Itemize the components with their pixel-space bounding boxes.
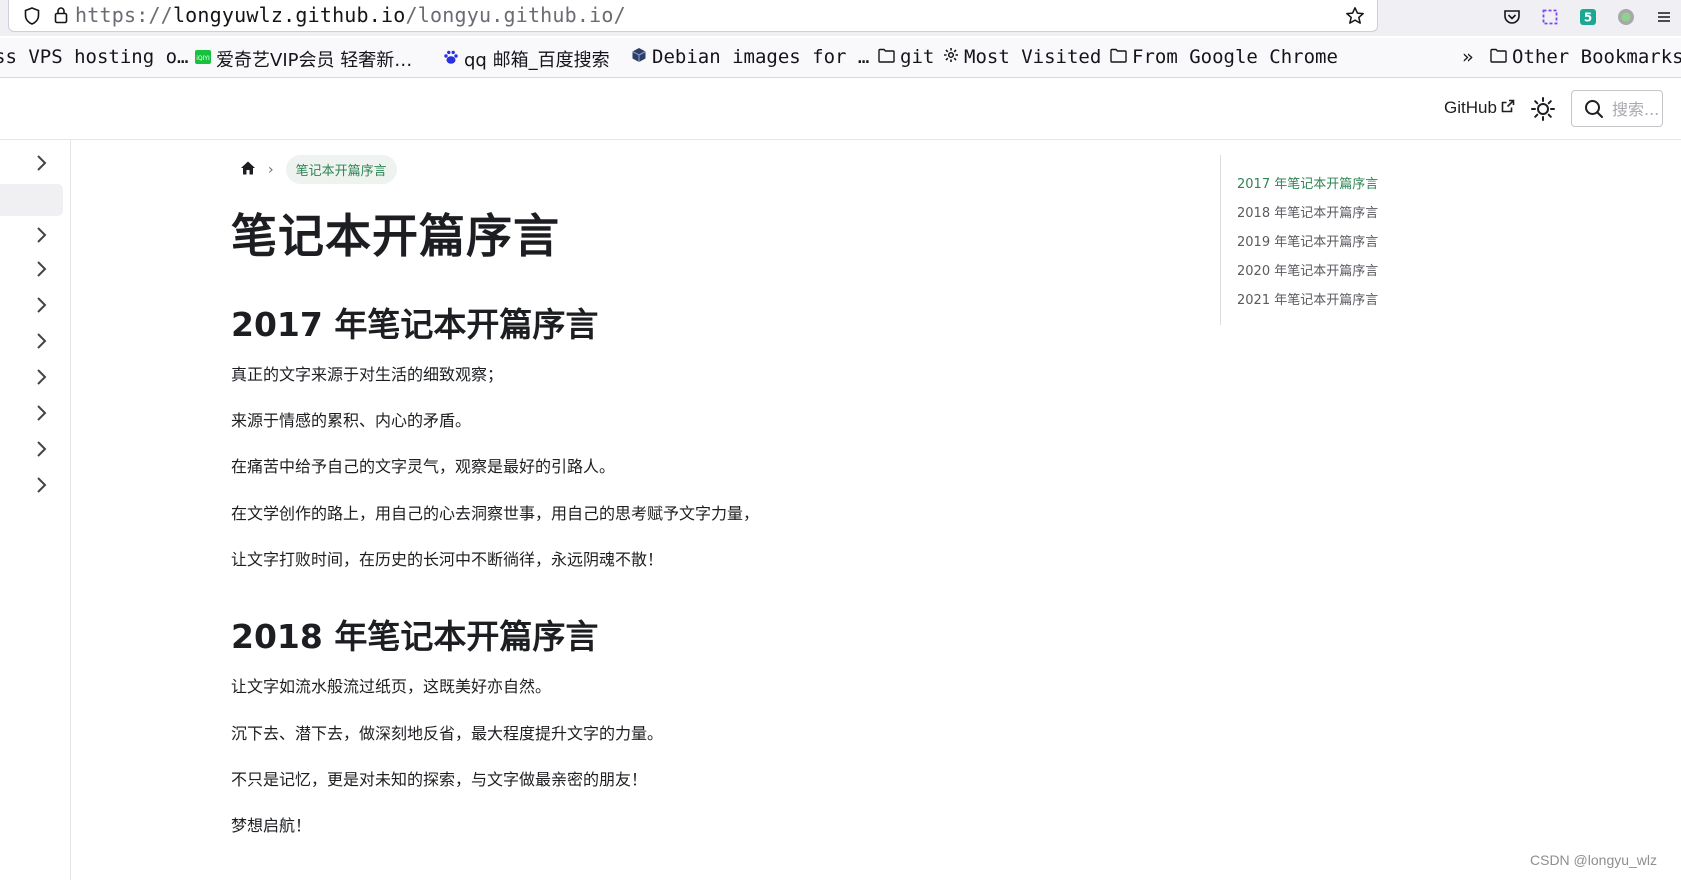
paragraph: 来源于情感的累积、内心的矛盾。	[231, 411, 472, 430]
sidebar-expand-chevron-icon[interactable]	[30, 366, 52, 388]
breadcrumb-current: 笔记本开篇序言	[285, 155, 397, 184]
search-icon	[1584, 99, 1604, 123]
bookmark-label: From Google Chrome	[1132, 46, 1338, 68]
paragraph: 在文学创作的路上，用自己的心去洞察世事，用自己的思考赋予文字力量，	[231, 504, 760, 523]
breadcrumb-chevron-icon: ›	[268, 161, 274, 178]
paragraph: 真正的文字来源于对生活的细致观察；	[231, 365, 504, 384]
cube-icon	[631, 46, 647, 68]
sidebar-expand-chevron-icon[interactable]	[30, 330, 52, 352]
sidebar-expand-chevron-icon[interactable]	[30, 294, 52, 316]
paragraph: 不只是记忆，更是对未知的探索，与文字做最亲密的朋友！	[231, 770, 648, 789]
bookmark-item[interactable]: git	[878, 46, 934, 68]
folder-icon	[1110, 46, 1127, 68]
bookmark-label: 爱奇艺VIP会员 轻奢新…	[216, 50, 413, 71]
section-heading: 2017 年笔记本开篇序言	[231, 305, 599, 344]
paragraph: 沉下去、潜下去，做深刻地反省，最大程度提升文字的力量。	[231, 724, 664, 743]
gear-icon	[943, 46, 959, 68]
app-menu-icon[interactable]	[1652, 5, 1676, 29]
folder-icon	[878, 46, 895, 68]
site-navbar: GitHub	[0, 78, 1681, 140]
bookmark-label: qq 邮箱_百度搜索	[464, 50, 610, 71]
url-scheme: https://	[75, 3, 173, 27]
bookmark-label: git	[900, 46, 935, 68]
search-box[interactable]	[1571, 90, 1663, 127]
other-bookmarks-item[interactable]: Other Bookmarks	[1490, 46, 1681, 68]
toc-link[interactable]: 2018 年笔记本开篇序言	[1237, 202, 1378, 221]
github-label: GitHub	[1444, 98, 1497, 117]
sidebar-expand-chevron-icon[interactable]	[30, 224, 52, 246]
bookmarks-overflow-button[interactable]: »	[1462, 46, 1473, 68]
toc-link[interactable]: 2020 年笔记本开篇序言	[1237, 260, 1378, 279]
paragraph: 让文字如流水般流过纸页，这既美好亦自然。	[231, 677, 552, 696]
paragraph: 让文字打败时间，在历史的长河中不断徜徉，永远阴魂不散！	[231, 550, 664, 569]
lock-icon[interactable]	[54, 6, 68, 28]
bookmark-label: ss VPS hosting o…	[0, 46, 189, 68]
bookmark-item[interactable]: Debian images for …	[631, 46, 869, 68]
svg-text:iQIYI: iQIYI	[196, 55, 210, 62]
toc-link[interactable]: 2021 年笔记本开篇序言	[1237, 289, 1378, 308]
external-link-icon	[1501, 98, 1515, 118]
folder-icon	[1490, 46, 1507, 68]
browser-toolbar: https://longyuwlz.github.io/longyu.githu…	[0, 0, 1681, 36]
url-text[interactable]: https://longyuwlz.github.io/longyu.githu…	[75, 3, 626, 27]
toc-link-active[interactable]: 2017 年笔记本开篇序言	[1237, 173, 1378, 192]
bookmark-label: Other Bookmarks	[1512, 46, 1681, 68]
iqiyi-icon: iQIYI	[195, 49, 211, 70]
sidebar-expand-chevron-icon[interactable]	[30, 258, 52, 280]
docs-sidebar	[0, 140, 71, 880]
paragraph: 梦想启航！	[231, 816, 312, 835]
bookmark-item[interactable]: iQIYI 爱奇艺VIP会员 轻奢新…	[195, 46, 412, 72]
address-bar[interactable]: https://longyuwlz.github.io/longyu.githu…	[8, 0, 1378, 32]
pocket-icon[interactable]	[1500, 5, 1524, 29]
search-input[interactable]	[1612, 97, 1660, 121]
theme-toggle-sun-icon[interactable]	[1530, 96, 1556, 126]
url-path: /longyu.github.io/	[405, 3, 626, 27]
bookmark-item[interactable]: qq 邮箱_百度搜索	[443, 46, 610, 72]
paragraph: 在痛苦中给予自己的文字灵气，观察是最好的引路人。	[231, 457, 616, 476]
github-link[interactable]: GitHub	[1444, 98, 1515, 118]
toc-link[interactable]: 2019 年笔记本开篇序言	[1237, 231, 1378, 250]
tracking-shield-icon[interactable]	[24, 7, 40, 29]
bookmark-item[interactable]: From Google Chrome	[1110, 46, 1338, 68]
baidu-paw-icon	[443, 48, 459, 70]
home-icon[interactable]	[240, 160, 256, 180]
bookmark-label: Debian images for …	[652, 46, 870, 68]
extension-badge-text: 5	[1584, 11, 1592, 25]
csdn-watermark: CSDN @longyu_wlz	[1530, 852, 1658, 868]
sidebar-expand-chevron-icon[interactable]	[30, 402, 52, 424]
extension-badge-icon[interactable]: 5	[1576, 5, 1600, 29]
bookmark-label: Most Visited	[964, 46, 1102, 68]
sidebar-item-active[interactable]	[0, 184, 63, 216]
screenshot-icon[interactable]	[1538, 5, 1562, 29]
sidebar-expand-chevron-icon[interactable]	[30, 152, 52, 174]
sidebar-expand-chevron-icon[interactable]	[30, 438, 52, 460]
bookmark-item[interactable]: Most Visited	[943, 46, 1101, 68]
breadcrumb: › 笔记本开篇序言	[240, 155, 397, 184]
table-of-contents: 2017 年笔记本开篇序言 2018 年笔记本开篇序言 2019 年笔记本开篇序…	[1220, 155, 1440, 325]
sidebar-expand-chevron-icon[interactable]	[30, 474, 52, 496]
bookmarks-toolbar: ss VPS hosting o… iQIYI 爱奇艺VIP会员 轻奢新… qq…	[0, 38, 1681, 78]
bookmark-item[interactable]: ss VPS hosting o…	[0, 46, 188, 68]
url-host: longyuwlz.github.io	[172, 3, 406, 27]
chevron-double-right-icon: »	[1462, 46, 1474, 68]
bookmark-star-icon[interactable]	[1345, 6, 1365, 30]
account-avatar-icon[interactable]	[1614, 5, 1638, 29]
section-heading: 2018 年笔记本开篇序言	[231, 617, 599, 656]
toolbar-icons: 5	[1500, 4, 1676, 30]
page-title: 笔记本开篇序言	[231, 209, 560, 263]
